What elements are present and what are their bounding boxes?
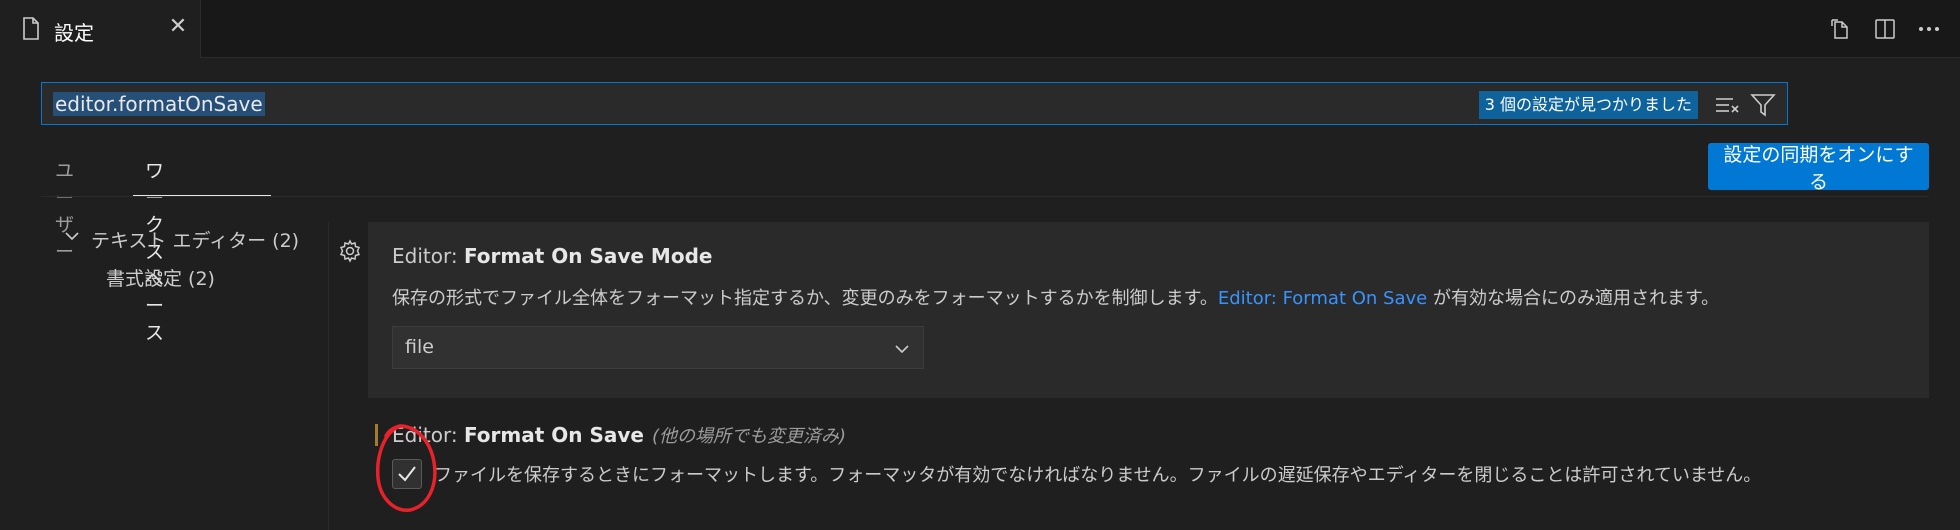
settings-tab[interactable]: 設定 ✕ — [0, 0, 201, 58]
chevron-down-icon[interactable] — [64, 228, 80, 244]
settings-search-input[interactable]: editor.formatOnSave 3 個の設定が見つかりました — [41, 82, 1788, 125]
setting-description: 保存の形式でファイル全体をフォーマット指定するか、変更のみをフォーマットするかを… — [392, 284, 1719, 310]
setting-name: Format On Save — [463, 423, 644, 447]
description-text: 保存の形式でファイル全体をフォーマット指定するか、変更のみをフォーマットするかを… — [392, 288, 1218, 309]
file-icon — [23, 17, 39, 40]
toc-divider — [328, 222, 329, 530]
setting-title: Editor: Format On Save Mode — [392, 244, 712, 268]
description-text-end: が有効な場合にのみ適用されます。 — [1427, 288, 1720, 309]
toc-item-text-editor[interactable]: テキスト エディター (2) — [91, 226, 299, 253]
clear-search-icon[interactable] — [1713, 92, 1741, 118]
setting-name: Format On Save Mode — [463, 244, 713, 268]
open-settings-json-icon[interactable] — [1826, 14, 1856, 44]
gear-icon[interactable] — [338, 239, 362, 263]
setting-format-on-save-mode: Editor: Format On Save Mode 保存の形式でファイル全体… — [368, 222, 1929, 398]
annotation-circle — [375, 424, 437, 512]
search-result-count-badge: 3 個の設定が見つかりました — [1478, 91, 1698, 119]
setting-category: Editor: — [392, 244, 464, 268]
dropdown-value: file — [405, 336, 434, 358]
more-actions-icon[interactable] — [1914, 14, 1944, 44]
filter-icon[interactable] — [1749, 92, 1777, 118]
close-icon[interactable]: ✕ — [166, 15, 190, 39]
setting-description: ファイルを保存するときにフォーマットします。フォーマッタが有効でなければなりませ… — [434, 465, 1762, 486]
setting-title: Editor: Format On Save (他の場所でも変更済み) — [392, 422, 846, 448]
format-on-save-mode-dropdown[interactable]: file — [392, 326, 924, 369]
editor-tab-bar: 設定 ✕ — [0, 0, 1960, 58]
scope-divider — [41, 196, 1929, 197]
search-query[interactable]: editor.formatOnSave — [53, 92, 265, 116]
split-editor-icon[interactable] — [1870, 14, 1900, 44]
tab-user[interactable]: ユーザー — [55, 156, 74, 264]
toc-item-formatting[interactable]: 書式設定 (2) — [106, 264, 215, 291]
setting-link[interactable]: Editor: Format On Save — [1218, 288, 1427, 309]
chevron-down-icon — [895, 345, 909, 354]
modified-elsewhere-note[interactable]: (他の場所でも変更済み) — [652, 426, 846, 447]
turn-on-settings-sync-button[interactable]: 設定の同期をオンにする — [1708, 143, 1929, 193]
tab-title: 設定 — [54, 21, 94, 45]
